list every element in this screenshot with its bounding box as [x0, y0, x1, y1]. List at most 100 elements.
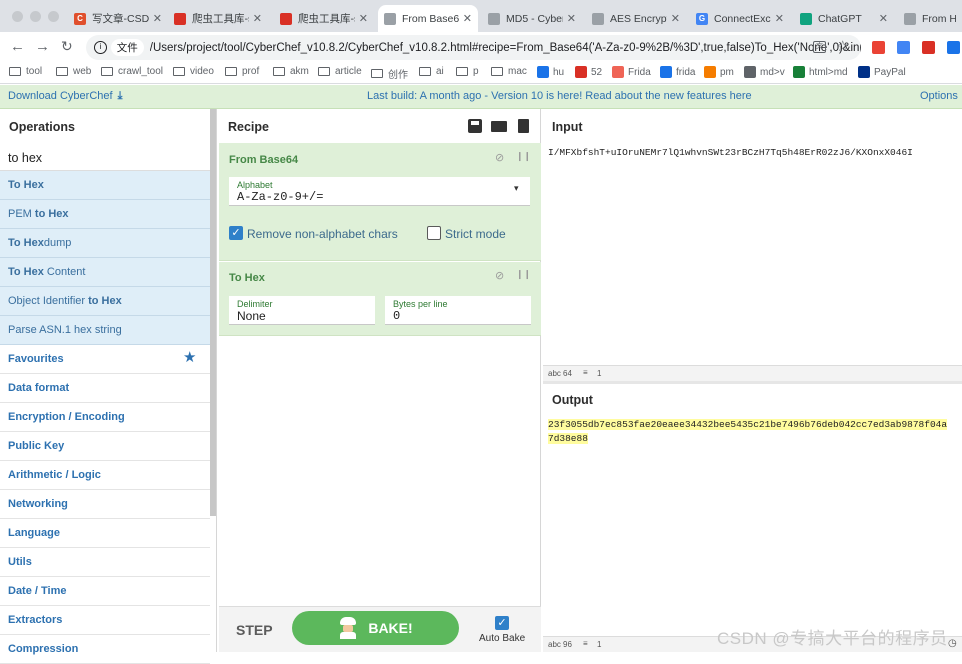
- extension-red2-icon[interactable]: [922, 41, 935, 54]
- bake-button[interactable]: BAKE!: [292, 611, 459, 645]
- auto-bake-checkbox[interactable]: ✓: [495, 616, 509, 630]
- close-tab-icon[interactable]: ✕: [153, 12, 162, 25]
- operation-result-item[interactable]: PEM to Hex: [0, 200, 210, 229]
- options-link[interactable]: Options: [920, 90, 958, 102]
- banner-message[interactable]: Last build: A month ago - Version 10 is …: [367, 90, 752, 102]
- close-tab-icon[interactable]: ✕: [775, 12, 784, 25]
- browser-tab[interactable]: From Base64 ✕: [378, 5, 478, 32]
- close-tab-icon[interactable]: ✕: [671, 12, 680, 25]
- operation-category[interactable]: Date / Time: [0, 577, 210, 606]
- bookmark-folder[interactable]: mac: [491, 66, 527, 77]
- operation-result-item[interactable]: To Hex: [0, 171, 210, 200]
- bookmark-folder[interactable]: tool: [9, 66, 42, 77]
- operation-category[interactable]: Language: [0, 519, 210, 548]
- browser-tab[interactable]: From Hexd: [898, 5, 962, 32]
- alphabet-select[interactable]: Alphabet A-Za-z0-9+/= ▾: [229, 177, 530, 206]
- close-tab-icon[interactable]: ✕: [879, 12, 888, 25]
- bookmark-link[interactable]: frida: [660, 66, 695, 78]
- back-arrow-icon[interactable]: ←: [10, 38, 25, 55]
- maximize-window-button[interactable]: [48, 11, 59, 22]
- io-divider[interactable]: [543, 381, 962, 384]
- extension-puzzle-icon[interactable]: [947, 41, 960, 54]
- bookmark-link[interactable]: hu: [537, 66, 564, 78]
- operation-result-item[interactable]: Parse ASN.1 hex string: [0, 316, 210, 345]
- recipe-panel: Recipe From Base64 ⊘ ❙❙ Alphabet A-Za-z0…: [219, 109, 541, 652]
- bookmark-link[interactable]: 52: [575, 66, 602, 78]
- translate-icon[interactable]: 文: [813, 41, 826, 53]
- operation-category[interactable]: Data format: [0, 374, 210, 403]
- operation-category[interactable]: Favourites: [0, 345, 210, 374]
- close-tab-icon[interactable]: ✕: [359, 12, 368, 25]
- delimiter-field[interactable]: Delimiter None: [229, 296, 375, 325]
- close-window-button[interactable]: [12, 11, 23, 22]
- bookmark-link[interactable]: Frida: [612, 66, 651, 78]
- bookmark-link[interactable]: PayPal: [858, 66, 906, 78]
- bookmark-folder[interactable]: video: [173, 66, 214, 77]
- forward-arrow-icon[interactable]: →: [35, 38, 50, 55]
- breakpoint-icon[interactable]: ❙❙: [516, 269, 531, 280]
- close-tab-icon[interactable]: ✕: [567, 12, 576, 25]
- operation-category[interactable]: Networking: [0, 490, 210, 519]
- operation-name-part: to Hex: [88, 295, 122, 307]
- bytes-per-line-field[interactable]: Bytes per line 0: [385, 296, 531, 325]
- save-recipe-icon[interactable]: [468, 119, 482, 133]
- operation-result-item[interactable]: To Hex dump: [0, 229, 210, 258]
- operation-result-item[interactable]: To Hex Content: [0, 258, 210, 287]
- star-icon[interactable]: ☆: [836, 37, 849, 55]
- minimize-window-button[interactable]: [30, 11, 41, 22]
- reload-icon[interactable]: ↻: [61, 38, 73, 55]
- info-icon[interactable]: i: [94, 41, 107, 54]
- breakpoint-icon[interactable]: ❙❙: [516, 151, 531, 162]
- operation-category[interactable]: Extractors: [0, 606, 210, 635]
- download-cyberchef-link[interactable]: Download CyberChef ⤓: [8, 90, 123, 103]
- address-bar[interactable]: i 文件 /Users/project/tool/CyberChef_v10.8…: [86, 35, 861, 60]
- operation-category[interactable]: Utils: [0, 548, 210, 577]
- window-controls[interactable]: [12, 11, 59, 22]
- operation-category[interactable]: Compression: [0, 635, 210, 664]
- clear-recipe-trash-icon[interactable]: [518, 119, 529, 133]
- load-recipe-folder-icon[interactable]: [491, 121, 507, 132]
- bookmark-label: prof: [242, 66, 260, 77]
- bookmark-folder[interactable]: 创作: [371, 66, 408, 81]
- bookmark-folder[interactable]: prof: [225, 66, 259, 77]
- tab-title: AES Encrypt: [610, 12, 667, 25]
- bookmark-folder[interactable]: crawl_tool: [101, 66, 163, 77]
- output-textarea[interactable]: 23f3055db7ec853fae20eaee34432bee5435c21b…: [543, 415, 962, 636]
- remove-nonalpha-checkbox[interactable]: ✓: [229, 226, 243, 240]
- browser-tab[interactable]: 爬虫工具库-s ✕: [274, 5, 374, 32]
- operations-scrollbar[interactable]: [210, 109, 216, 516]
- browser-tab[interactable]: G ConnectExce ✕: [690, 5, 790, 32]
- close-tab-icon[interactable]: ✕: [463, 12, 472, 25]
- bookmark-folder[interactable]: p: [456, 66, 479, 77]
- favourites-star-icon[interactable]: ★: [183, 348, 196, 366]
- browser-tab[interactable]: 爬虫工具库-s ✕: [168, 5, 268, 32]
- disable-op-icon[interactable]: ⊘: [495, 269, 504, 282]
- browser-tab[interactable]: C 写文章-CSDN ✕: [68, 5, 168, 32]
- operation-category[interactable]: Arithmetic / Logic: [0, 461, 210, 490]
- chevron-down-icon[interactable]: ▾: [514, 183, 519, 194]
- extension-red-icon[interactable]: [872, 41, 885, 54]
- operation-result-item[interactable]: Object Identifier to Hex: [0, 287, 210, 316]
- close-tab-icon[interactable]: ✕: [253, 12, 262, 25]
- operation-category[interactable]: Public Key: [0, 432, 210, 461]
- bookmark-folder[interactable]: akm: [273, 66, 309, 77]
- bookmark-link[interactable]: pm: [704, 66, 734, 78]
- bookmark-folder[interactable]: article: [318, 66, 362, 77]
- browser-tab[interactable]: AES Encrypt ✕: [586, 5, 686, 32]
- browser-tab[interactable]: MD5 - Cyberc ✕: [482, 5, 582, 32]
- extension-blue-icon[interactable]: [897, 41, 910, 54]
- bookmark-link[interactable]: html>md: [793, 66, 848, 78]
- bookmark-link[interactable]: md>v: [744, 66, 785, 78]
- input-textarea[interactable]: I/MFXbfshT+uIOruNEMr7lQ1whvnSWt23rBCzH7T…: [543, 143, 962, 365]
- disable-op-icon[interactable]: ⊘: [495, 151, 504, 164]
- bookmark-folder[interactable]: ai: [419, 66, 444, 77]
- recipe-op-from-base64[interactable]: From Base64 ⊘ ❙❙ Alphabet A-Za-z0-9+/= ▾…: [219, 143, 541, 261]
- bookmark-folder[interactable]: web: [56, 66, 91, 77]
- bookmark-label: frida: [676, 66, 696, 78]
- strict-mode-checkbox[interactable]: [427, 226, 441, 240]
- step-button[interactable]: STEP: [236, 622, 273, 638]
- operations-search-input[interactable]: [0, 145, 210, 171]
- browser-tab[interactable]: ChatGPT ✕: [794, 5, 894, 32]
- operation-category[interactable]: Encryption / Encoding: [0, 403, 210, 432]
- recipe-op-to-hex[interactable]: To Hex ⊘ ❙❙ Delimiter None Bytes per lin…: [219, 262, 541, 336]
